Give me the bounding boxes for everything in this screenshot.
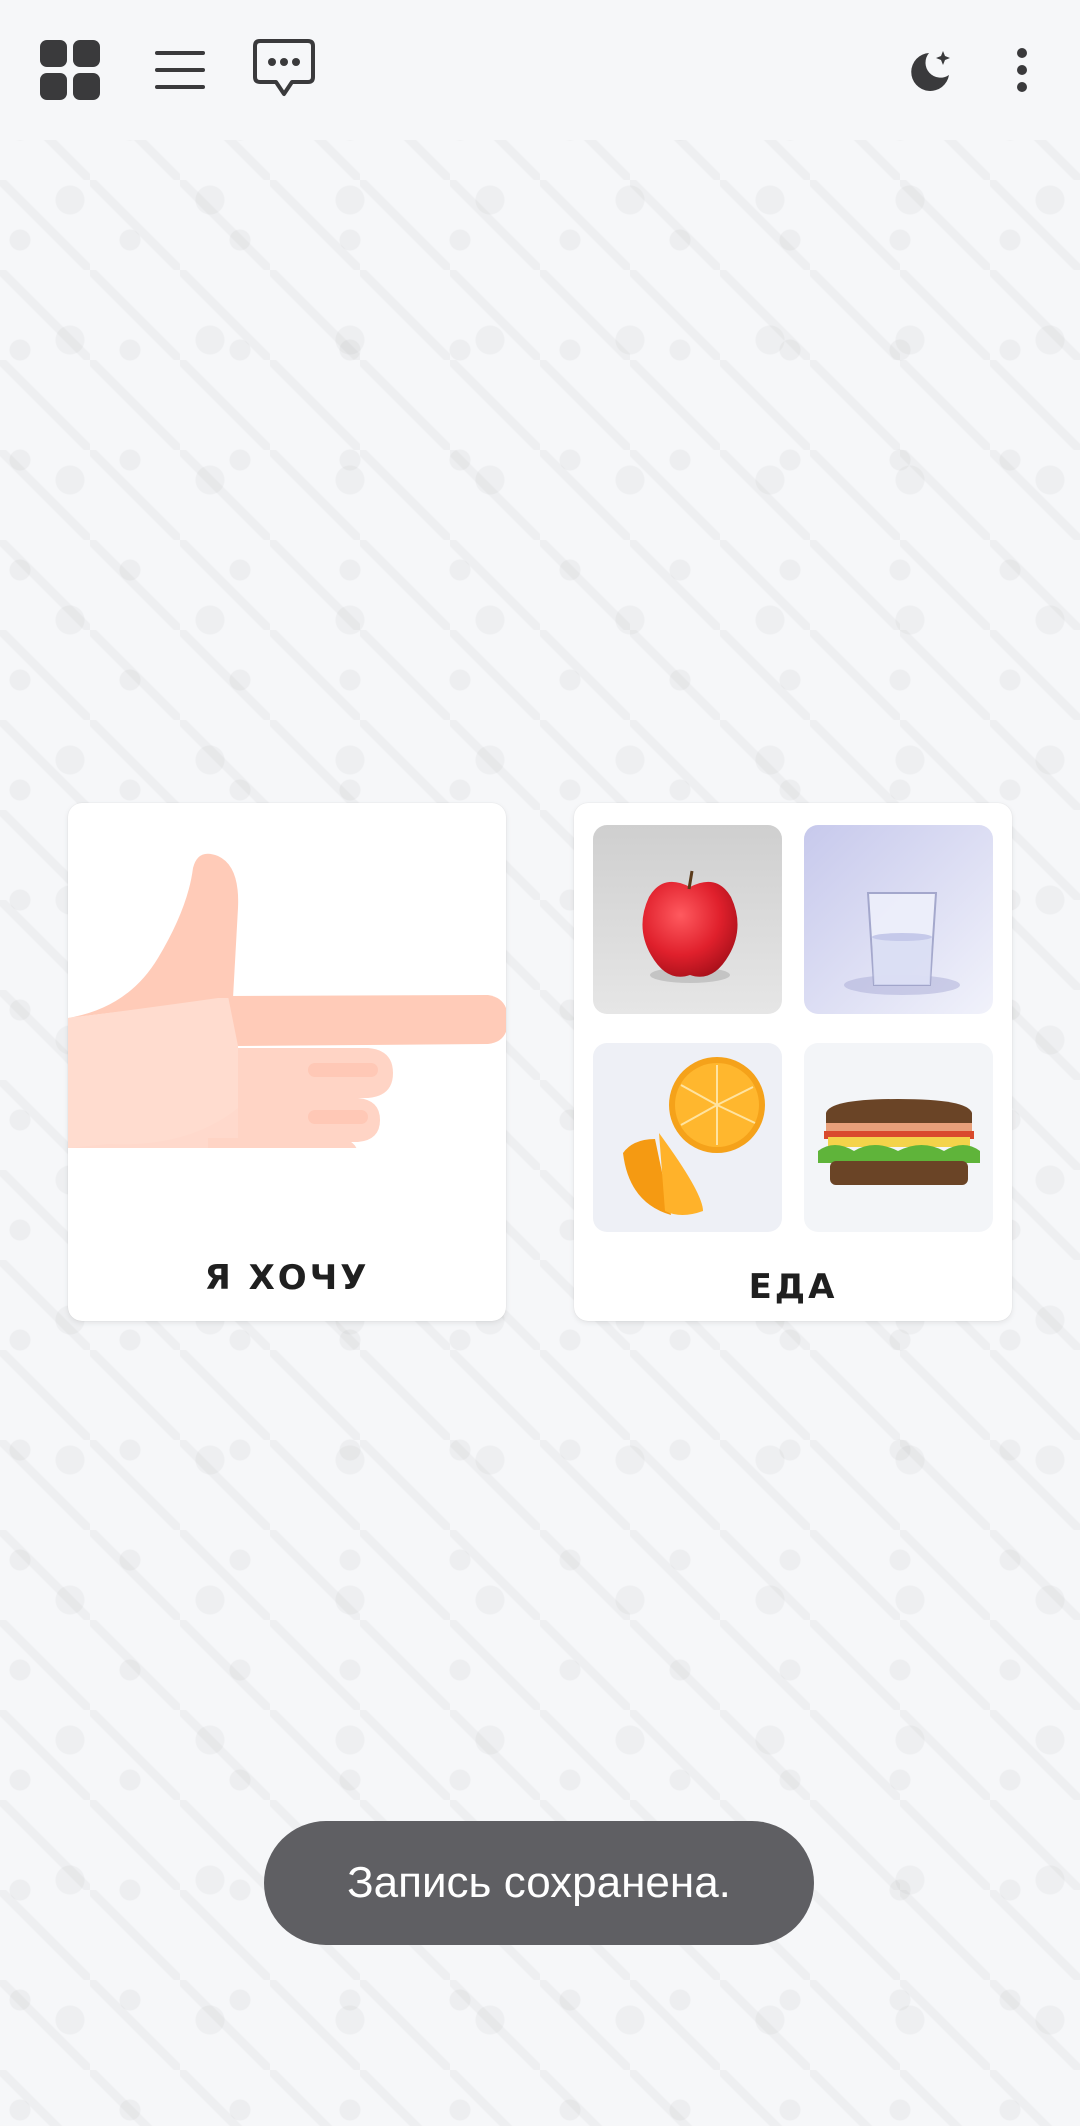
top-toolbar <box>0 0 1080 140</box>
apple-image <box>593 825 782 1014</box>
card-i-want-label: Я ХОЧУ <box>204 1258 370 1298</box>
app-screen: Я ХОЧУ ЕДА Запись сохранена. <box>0 0 1080 2126</box>
toast-message: Запись сохранена. <box>264 1821 814 1945</box>
more-vertical-icon[interactable] <box>1000 30 1044 110</box>
glass-of-water-image <box>804 825 993 1014</box>
pointing-hand-icon <box>68 853 506 1148</box>
night-mode-icon[interactable] <box>890 30 970 110</box>
sandwich-image <box>804 1043 993 1232</box>
speech-bubble-icon[interactable] <box>242 26 326 110</box>
card-food-label: ЕДА <box>748 1267 838 1307</box>
card-food[interactable]: ЕДА <box>574 803 1012 1321</box>
card-i-want[interactable]: Я ХОЧУ <box>68 803 506 1321</box>
orange-slices-image <box>593 1043 782 1232</box>
grid-icon[interactable] <box>30 30 110 110</box>
menu-icon[interactable] <box>140 30 220 110</box>
